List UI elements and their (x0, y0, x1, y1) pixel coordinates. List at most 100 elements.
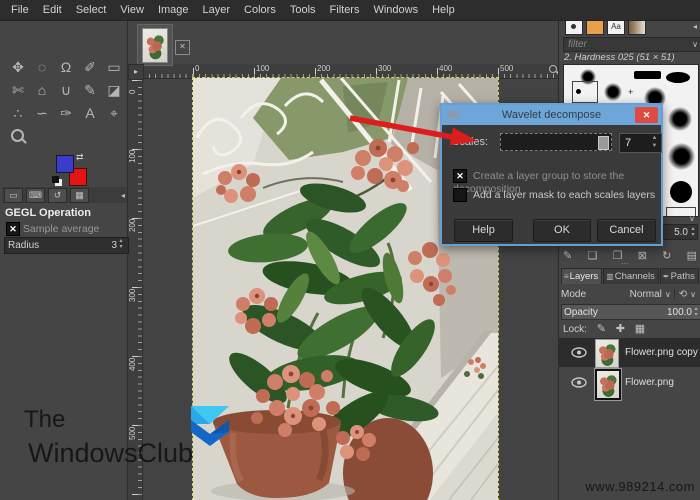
scales-spin-arrows[interactable]: ▲▼ (650, 134, 659, 152)
layer-row-selected[interactable]: Flower.png copy (559, 338, 700, 367)
spacing-spinner[interactable]: ▴▾ (689, 226, 697, 238)
layer-mask-option[interactable]: Add a layer mask to each scales layers (453, 188, 655, 202)
lock-alpha-icon[interactable]: ▦ (635, 323, 645, 335)
ellipse-select-tool-icon[interactable]: ◌ (32, 57, 52, 77)
tab-paths[interactable]: ✒Paths (660, 268, 699, 284)
image-tab-close-icon[interactable]: ✕ (175, 40, 190, 55)
scales-spinbox[interactable]: 7 ▲▼ (619, 133, 662, 153)
collapse-dock-icon[interactable]: ◂ (693, 22, 697, 31)
paintbrush-tool-icon[interactable]: ✎ (80, 80, 100, 100)
visibility-eye-icon[interactable] (571, 347, 587, 358)
crop-tool-icon[interactable]: ✄ (8, 80, 28, 100)
device-status-tab[interactable]: ⌨ (26, 188, 45, 203)
brush-thumbnail[interactable] (668, 107, 692, 131)
chevron-down-icon[interactable]: ∨ (665, 290, 671, 299)
delete-brush-icon[interactable]: ⊠ (638, 249, 647, 262)
tab-channels[interactable]: ▥Channels (603, 268, 659, 284)
mode-select[interactable]: Normal (630, 289, 662, 300)
smudge-tool-icon[interactable]: ∽ (32, 103, 52, 123)
layer-mask-checkbox[interactable] (453, 188, 467, 202)
tab-layers[interactable]: ≡Layers (561, 268, 602, 284)
image-window-tab[interactable] (137, 24, 173, 66)
gradients-tab[interactable] (628, 19, 646, 35)
menu-file[interactable]: File (4, 4, 36, 16)
opacity-spinner[interactable]: ▴▾ (692, 306, 700, 318)
menu-edit[interactable]: Edit (36, 4, 69, 16)
menu-view[interactable]: View (113, 4, 151, 16)
menu-colors[interactable]: Colors (237, 4, 283, 16)
gegl-operation-title: GEGL Operation (5, 207, 91, 219)
scales-slider-handle[interactable] (598, 136, 609, 150)
cancel-button[interactable]: Cancel (597, 219, 656, 242)
brush-thumbnail[interactable] (604, 83, 622, 101)
radius-spinner[interactable]: ▴▾ (117, 238, 125, 253)
images-tab[interactable]: ▦ (70, 188, 89, 203)
layer-name[interactable]: Flower.png (625, 377, 674, 388)
zoom-tool-icon[interactable] (8, 127, 28, 147)
sample-average-checkbox[interactable]: ✕ (6, 222, 20, 236)
radius-label: Radius (8, 238, 39, 253)
brush-thumbnail[interactable] (634, 71, 661, 79)
color-picker-tool-icon[interactable]: ⌖ (104, 103, 124, 123)
eraser-tool-icon[interactable]: ◪ (104, 80, 124, 100)
tool-options-tab[interactable]: ▭ (4, 188, 23, 203)
chevron-down-icon[interactable]: ∨ (690, 290, 696, 299)
mode-cycle-icon[interactable]: ⟲ (674, 289, 687, 300)
free-select-tool-icon[interactable]: Ω (56, 57, 76, 77)
menu-help[interactable]: Help (425, 4, 462, 16)
lock-position-icon[interactable]: ✚ (616, 323, 625, 335)
default-colors-icon[interactable] (52, 176, 59, 183)
swap-colors-icon[interactable]: ⇄ (76, 152, 84, 163)
menu-filters[interactable]: Filters (323, 4, 367, 16)
sample-average-option[interactable]: ✕ Sample average (6, 222, 99, 236)
brushes-tab[interactable] (565, 19, 583, 35)
opacity-slider[interactable]: Opacity 100.0 ▴▾ (561, 304, 700, 320)
collapse-dock-icon[interactable]: ◂ (121, 191, 125, 200)
radius-slider[interactable]: Radius 3 ▴▾ (4, 237, 129, 254)
patterns-tab[interactable] (586, 19, 604, 35)
chevron-down-icon[interactable]: ∨ (689, 214, 695, 223)
brush-thumbnail[interactable]: + (628, 87, 633, 97)
open-brush-icon[interactable]: ▤ (687, 249, 697, 262)
menu-tools[interactable]: Tools (283, 4, 323, 16)
brush-thumbnail[interactable] (572, 81, 598, 103)
hruler-label: 500 (500, 64, 513, 73)
brush-filter-input[interactable]: filter ∨ (563, 37, 700, 52)
foreground-color-swatch[interactable] (56, 155, 74, 173)
move-tool-icon[interactable]: ✥ (8, 57, 28, 77)
chevron-down-icon[interactable]: ∨ (692, 38, 698, 51)
dialog-titlebar[interactable]: Wavelet decompose (442, 105, 661, 125)
refresh-brushes-icon[interactable]: ↻ (662, 249, 671, 262)
dialog-close-button[interactable]: ✕ (635, 107, 658, 123)
edit-brush-icon[interactable]: ✎ (563, 249, 572, 262)
brush-thumbnail[interactable] (666, 72, 690, 83)
menu-select[interactable]: Select (69, 4, 114, 16)
menu-layer[interactable]: Layer (196, 4, 238, 16)
fonts-tab[interactable]: Aa (607, 19, 625, 35)
new-brush-icon[interactable]: ❑ (587, 249, 597, 262)
brush-thumbnail[interactable] (668, 143, 695, 170)
transform-tool-icon[interactable]: ⌂ (32, 80, 52, 100)
scales-slider[interactable] (500, 133, 612, 151)
ruler-corner-button[interactable]: ▸ (128, 64, 144, 80)
layer-group-checkbox[interactable]: ✕ (453, 169, 467, 183)
help-button[interactable]: Help (454, 219, 513, 242)
bucket-fill-tool-icon[interactable]: ∪ (56, 80, 76, 100)
brush-thumbnail[interactable] (670, 181, 692, 203)
airbrush-tool-icon[interactable]: ✑ (56, 103, 76, 123)
path-tool-icon[interactable]: ✐ (80, 57, 100, 77)
layer-name[interactable]: Flower.png copy (625, 347, 698, 358)
layer-thumbnail[interactable] (595, 369, 621, 400)
visibility-eye-icon[interactable] (571, 377, 587, 388)
lock-paint-icon[interactable]: ✎ (597, 323, 606, 335)
rectangle-select-tool-icon[interactable]: ▭ (104, 57, 124, 77)
undo-history-tab[interactable]: ↺ (48, 188, 67, 203)
layer-thumbnail[interactable] (595, 339, 619, 368)
menu-windows[interactable]: Windows (366, 4, 425, 16)
menu-image[interactable]: Image (151, 4, 196, 16)
ok-button[interactable]: OK (533, 219, 591, 242)
text-tool-icon[interactable]: A (80, 103, 100, 123)
alignment-tool-icon[interactable]: ∴ (8, 103, 28, 123)
layer-mask-label: Add a layer mask to each scales layers (473, 189, 655, 201)
layer-row[interactable]: Flower.png (559, 368, 700, 397)
